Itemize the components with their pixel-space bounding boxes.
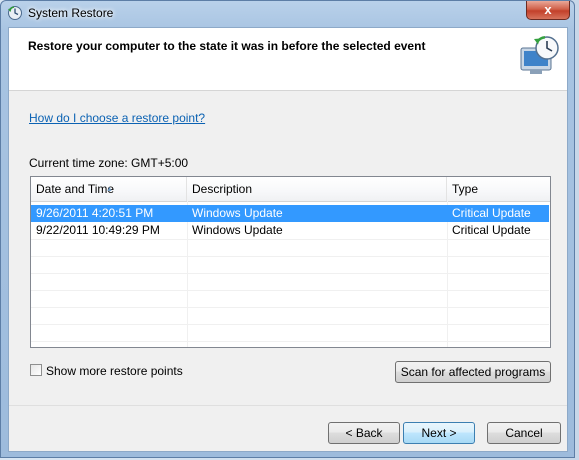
back-button[interactable]: < Back: [328, 422, 400, 444]
system-restore-icon: [7, 5, 23, 21]
header-area: Restore your computer to the state it wa…: [9, 28, 567, 91]
show-more-restore-points-checkbox[interactable]: [30, 364, 42, 376]
cell-type: Critical Update: [452, 206, 531, 220]
scan-affected-programs-button[interactable]: Scan for affected programs: [395, 361, 551, 383]
column-header-date-time[interactable]: Date and Time ▲: [31, 177, 187, 201]
column-header-type[interactable]: Type: [447, 177, 550, 201]
page-title: Restore your computer to the state it wa…: [28, 39, 426, 53]
grid-line: [31, 256, 549, 257]
sort-ascending-icon: ▲: [106, 186, 113, 193]
title-bar[interactable]: System Restore x: [1, 1, 574, 27]
grid-line: [31, 273, 549, 274]
grid-line: [31, 239, 549, 240]
column-header-label: Description: [192, 182, 253, 196]
show-more-restore-points-label[interactable]: Show more restore points: [46, 364, 183, 378]
close-icon: x: [544, 2, 552, 17]
list-header: Date and Time ▲ Description Type: [31, 177, 550, 202]
window-title: System Restore: [28, 6, 114, 20]
system-restore-window: System Restore x Restore your computer t…: [0, 0, 575, 458]
grid-line: [31, 341, 549, 342]
cell-date: 9/22/2011 10:49:29 PM: [36, 223, 160, 237]
cell-description: Windows Update: [192, 223, 283, 237]
close-button[interactable]: x: [526, 1, 570, 20]
cell-type: Critical Update: [452, 223, 531, 237]
cell-date: 9/26/2011 4:20:51 PM: [36, 206, 154, 220]
grid-line: [31, 307, 549, 308]
table-row[interactable]: 9/22/2011 10:49:29 PM Windows Update Cri…: [31, 222, 549, 239]
next-button[interactable]: Next >: [403, 422, 475, 444]
dialog-client-area: Restore your computer to the state it wa…: [8, 27, 568, 452]
help-choose-restore-point-link[interactable]: How do I choose a restore point?: [29, 111, 205, 125]
cell-description: Windows Update: [192, 206, 283, 220]
column-header-label: Date and Time: [36, 182, 115, 196]
column-header-label: Type: [452, 182, 479, 196]
restore-points-list[interactable]: Date and Time ▲ Description Type 9/26/20…: [30, 176, 551, 348]
cancel-button[interactable]: Cancel: [487, 422, 561, 444]
column-header-description[interactable]: Description: [187, 177, 447, 201]
table-row[interactable]: 9/26/2011 4:20:51 PM Windows Update Crit…: [31, 205, 549, 222]
current-timezone: Current time zone: GMT+5:00: [29, 156, 189, 170]
grid-line: [31, 290, 549, 291]
grid-line: [31, 324, 549, 325]
restore-clock-icon: [518, 34, 562, 78]
footer-divider: [9, 405, 567, 406]
